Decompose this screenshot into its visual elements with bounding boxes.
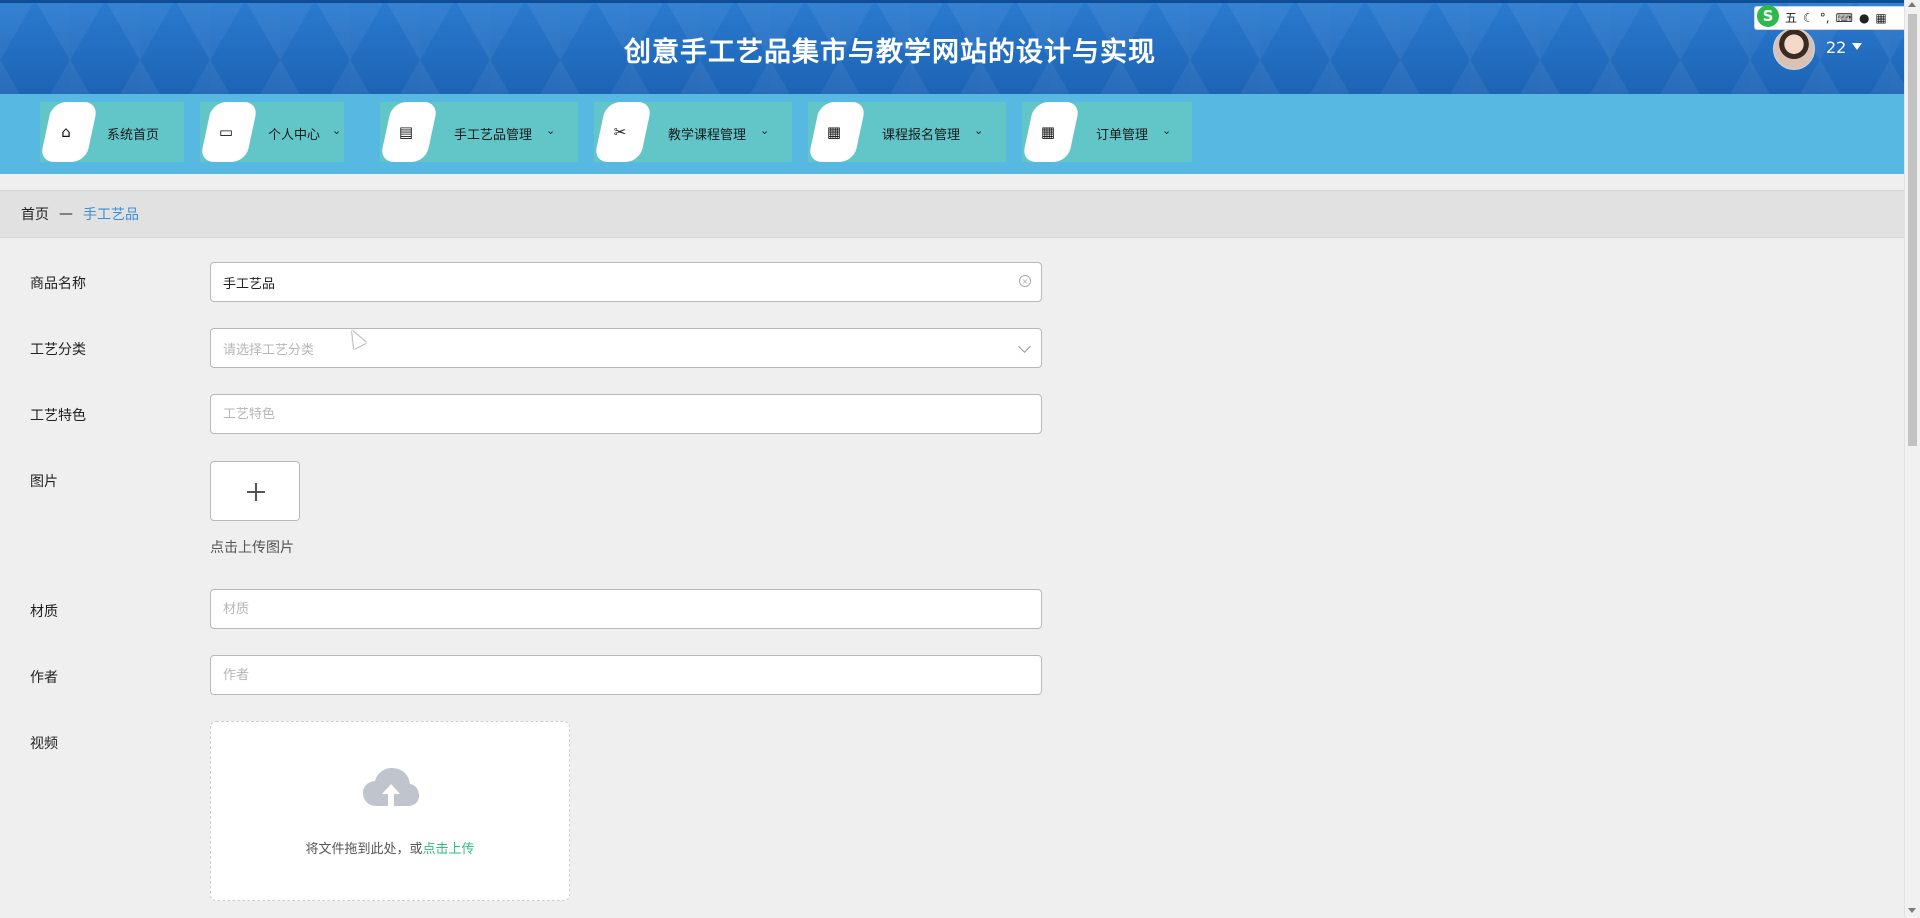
nav-icon-box: ⌂ (38, 102, 94, 162)
user-name[interactable]: 22 (1826, 38, 1846, 57)
nav-icon-box: ▭ (198, 102, 254, 162)
nav-label: 系统首页 (107, 128, 160, 143)
nav-item-home[interactable]: ⌂ 系统首页 (40, 102, 184, 162)
nav-label: 教学课程管理 (668, 128, 747, 143)
feature-label: 工艺特色 (30, 408, 86, 424)
nav-label: 个人中心 (268, 128, 321, 143)
main-nav: ⌂ 系统首页 ▭ 个人中心 ⌄ ▤ 手工艺品管理 ⌄ ✂ 教学课程管理 ⌄ ▦ … (0, 94, 1904, 174)
site-title: 创意手工艺品集市与教学网站的设计与实现 (624, 37, 1156, 68)
image-upload-button[interactable] (210, 461, 300, 521)
nav-icon-box: ▦ (1020, 102, 1076, 162)
cloud-upload-icon (363, 768, 419, 808)
grid-icon: ▦ (826, 123, 842, 141)
home-icon: ⌂ (61, 123, 71, 141)
plus-icon-vertical (255, 483, 257, 501)
nav-item-order-management[interactable]: ▦ 订单管理 ⌄ (1022, 102, 1192, 162)
author-label: 作者 (30, 670, 58, 686)
scroll-down-arrow-icon[interactable] (1908, 908, 1916, 913)
nav-label: 订单管理 (1096, 128, 1149, 143)
grid-icon: ▦ (1040, 123, 1056, 141)
breadcrumb: 首页 — 手工艺品 (0, 190, 1904, 238)
nav-label: 课程报名管理 (882, 128, 961, 143)
ime-mode-label[interactable]: 五 (1785, 12, 1797, 24)
nav-icon-box: ✂ (592, 102, 648, 162)
drop-zone-text: 将文件拖到此处，或点击上传 (211, 838, 569, 857)
ime-logo-icon[interactable]: S (1757, 5, 1779, 27)
category-select[interactable]: 请选择工艺分类 (210, 328, 1042, 368)
nav-item-personal-center[interactable]: ▭ 个人中心 ⌄ (200, 102, 344, 162)
moon-icon[interactable]: ☾ (1803, 12, 1814, 24)
material-label: 材质 (30, 604, 58, 620)
chevron-down-icon: ⌄ (974, 124, 984, 137)
nav-icon-box: ▦ (806, 102, 862, 162)
scroll-up-arrow-icon[interactable] (1908, 2, 1916, 7)
breadcrumb-current[interactable]: 手工艺品 (83, 204, 139, 224)
breadcrumb-home[interactable]: 首页 (21, 204, 49, 224)
author-field[interactable] (210, 655, 1042, 695)
product-name-value[interactable]: 手工艺品 (223, 273, 275, 292)
material-field[interactable] (210, 589, 1042, 629)
click-upload-link[interactable]: 点击上传 (423, 842, 475, 857)
chevron-down-icon: ⌄ (1162, 124, 1172, 137)
scrollbar-thumb[interactable] (1908, 14, 1917, 446)
image-label: 图片 (30, 474, 58, 490)
video-drop-zone[interactable]: 将文件拖到此处，或点击上传 (210, 721, 570, 901)
clipboard-icon: ▤ (398, 123, 414, 141)
chevron-down-icon: ⌄ (760, 124, 770, 137)
nav-icon-box: ▤ (378, 102, 434, 162)
user-icon[interactable]: ● (1859, 12, 1869, 24)
feature-field[interactable] (210, 394, 1042, 434)
material-input[interactable] (223, 601, 1041, 617)
category-label: 工艺分类 (30, 342, 86, 358)
caret-down-icon[interactable] (1852, 43, 1862, 50)
category-placeholder: 请选择工艺分类 (223, 342, 315, 358)
product-name-field[interactable]: 手工艺品 × (210, 262, 1042, 302)
user-avatar[interactable] (1773, 28, 1815, 70)
breadcrumb-separator: — (59, 206, 73, 222)
keyboard-icon[interactable]: ⌨ (1836, 12, 1853, 24)
author-input[interactable] (223, 667, 1041, 683)
drop-instruction: 将文件拖到此处，或 (305, 842, 423, 857)
chevron-down-icon: ⌄ (546, 124, 556, 137)
nav-item-enrollment-management[interactable]: ▦ 课程报名管理 ⌄ (808, 102, 1006, 162)
ime-toolbar[interactable]: S 五 ☾ °, ⌨ ● ▦ (1754, 5, 1918, 30)
nav-label: 手工艺品管理 (454, 128, 533, 143)
grid-icon[interactable]: ▦ (1875, 12, 1886, 24)
chevron-down-icon: ⌄ (332, 124, 342, 137)
site-header: 创意手工艺品集市与教学网站的设计与实现 22 (0, 0, 1904, 94)
clear-icon[interactable]: × (1019, 275, 1031, 287)
chevron-down-icon[interactable] (1018, 340, 1031, 353)
image-upload-hint: 点击上传图片 (210, 540, 294, 556)
nav-item-course-management[interactable]: ✂ 教学课程管理 ⌄ (594, 102, 792, 162)
wallet-icon: ▭ (218, 123, 234, 141)
feature-input[interactable] (223, 406, 1041, 422)
product-name-label: 商品名称 (30, 276, 86, 292)
ticket-icon: ✂ (613, 123, 627, 141)
video-label: 视频 (30, 736, 58, 752)
punctuation-icon[interactable]: °, (1820, 12, 1830, 24)
nav-item-craft-management[interactable]: ▤ 手工艺品管理 ⌄ (380, 102, 578, 162)
header-top-line (0, 0, 1904, 3)
